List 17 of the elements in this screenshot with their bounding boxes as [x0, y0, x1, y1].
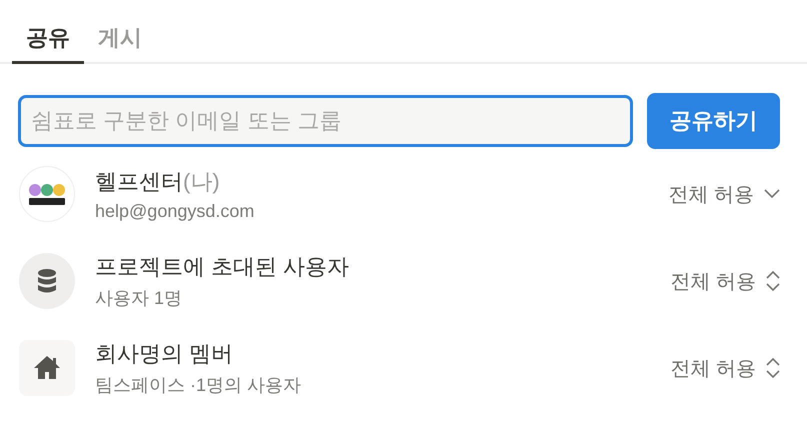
share-button[interactable]: 공유하기 [647, 93, 780, 149]
access-dropdown[interactable]: 전체 허용 [670, 268, 780, 294]
invite-field[interactable]: 쉼표로 구분한 이메일 또는 그룹 [18, 95, 633, 147]
access-dropdown[interactable]: 전체 허용 [670, 354, 780, 382]
database-icon [19, 253, 75, 309]
tab[interactable]: 게시 [84, 0, 156, 64]
member-detail: 사용자 1명 [95, 287, 184, 310]
member-name: 회사명의 멤버 [95, 340, 234, 368]
tab[interactable]: 공유 [12, 0, 84, 64]
home-icon [19, 340, 75, 396]
member-name: 프로젝트에 초대된 사용자 [95, 253, 350, 281]
access-dropdown[interactable]: 전체 허용 [668, 180, 780, 208]
avatar-icon [19, 166, 75, 222]
member-detail: help@gongysd.com [95, 200, 256, 222]
member-name: 헬프센터 [95, 168, 183, 196]
member-detail: 팀스페이스 ·1명의 사용자 [95, 374, 302, 397]
self-tag: (나) [183, 166, 220, 196]
